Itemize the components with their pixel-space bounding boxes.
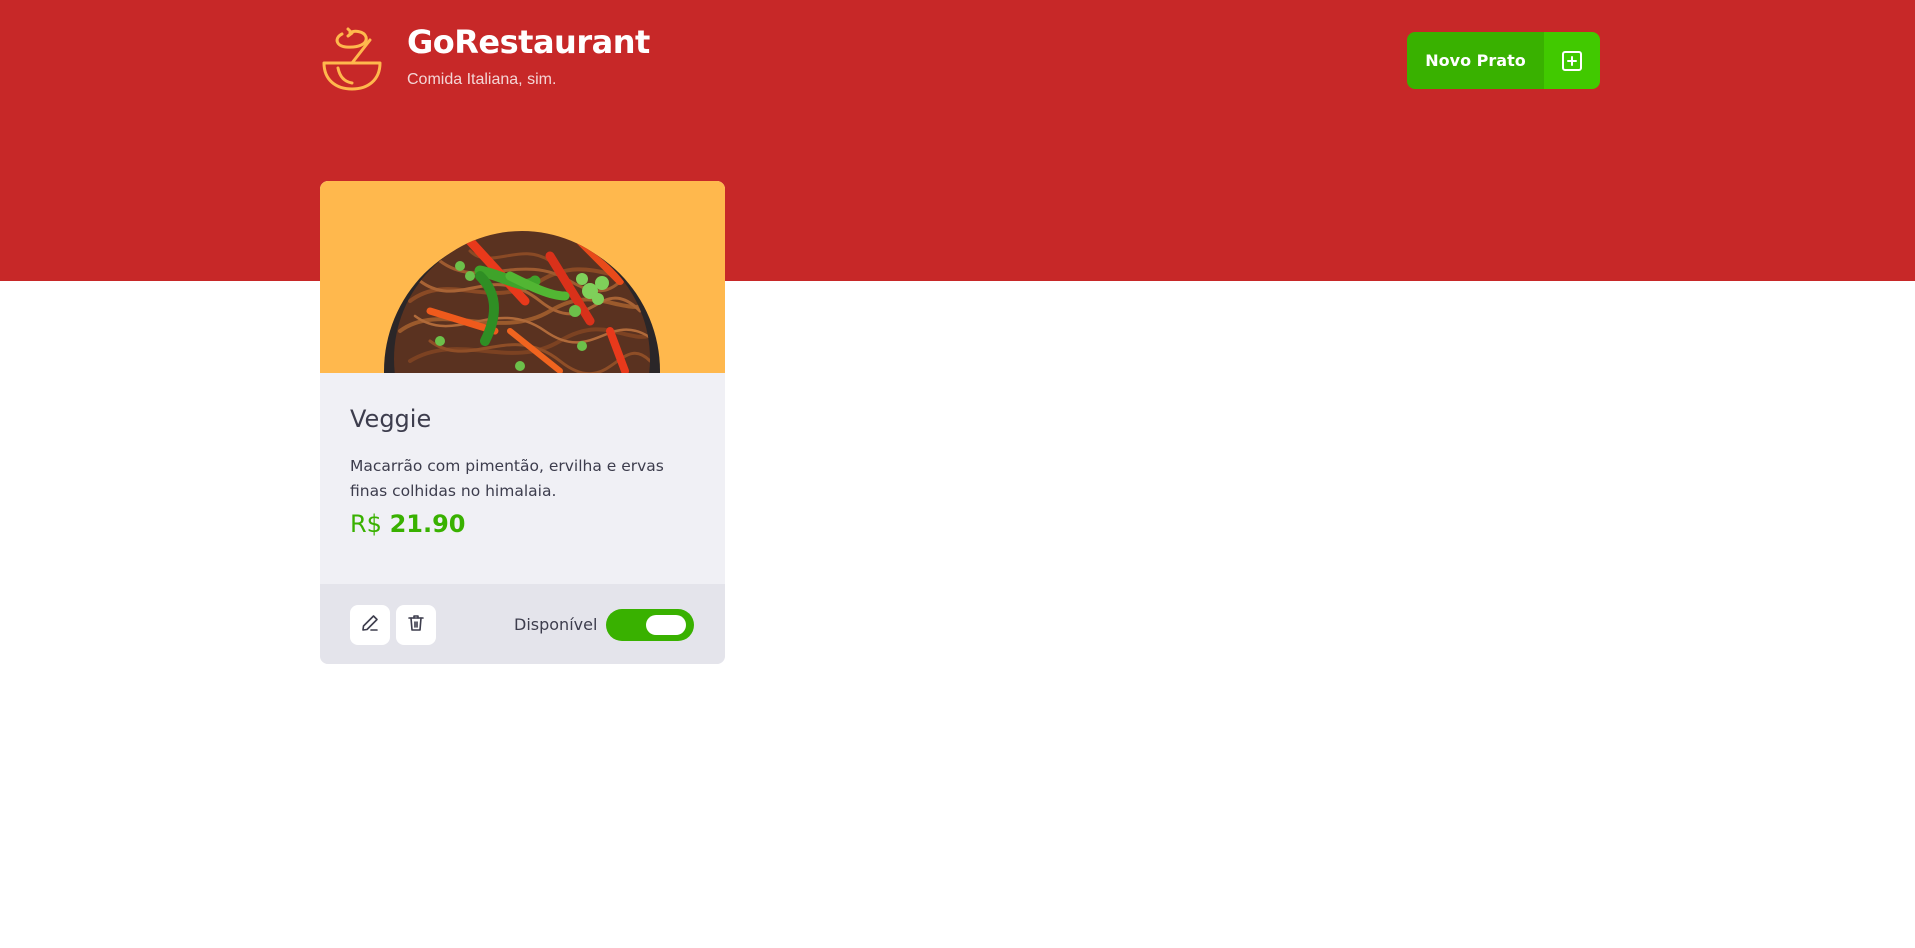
dish-price: R$ 21.90: [350, 508, 466, 540]
bowl-icon: [318, 26, 386, 92]
dish-card-footer: Disponível: [320, 584, 725, 664]
availability-label: Disponível: [514, 615, 598, 634]
edit-button[interactable]: [350, 605, 390, 645]
plus-square-icon: [1544, 32, 1600, 89]
header-background: [0, 0, 1915, 281]
price-currency: R$: [350, 510, 382, 538]
delete-button[interactable]: [396, 605, 436, 645]
noodles-bowl-image: [320, 181, 725, 373]
price-value: 21.90: [389, 510, 466, 538]
trash-icon: [406, 613, 426, 637]
dish-card: Veggie Macarrão com pimentão, ervilha e …: [320, 181, 725, 664]
app-title: GoRestaurant: [407, 23, 650, 61]
dish-description: Macarrão com pimentão, ervilha e ervas f…: [350, 457, 664, 500]
new-dish-button[interactable]: Novo Prato: [1407, 32, 1600, 89]
availability-toggle[interactable]: [606, 609, 694, 641]
dish-name: Veggie: [350, 405, 432, 433]
new-dish-button-label: Novo Prato: [1407, 32, 1544, 89]
pencil-icon: [360, 613, 380, 637]
app-subtitle: Comida Italiana, sim.: [407, 71, 557, 88]
toggle-knob: [646, 615, 686, 635]
